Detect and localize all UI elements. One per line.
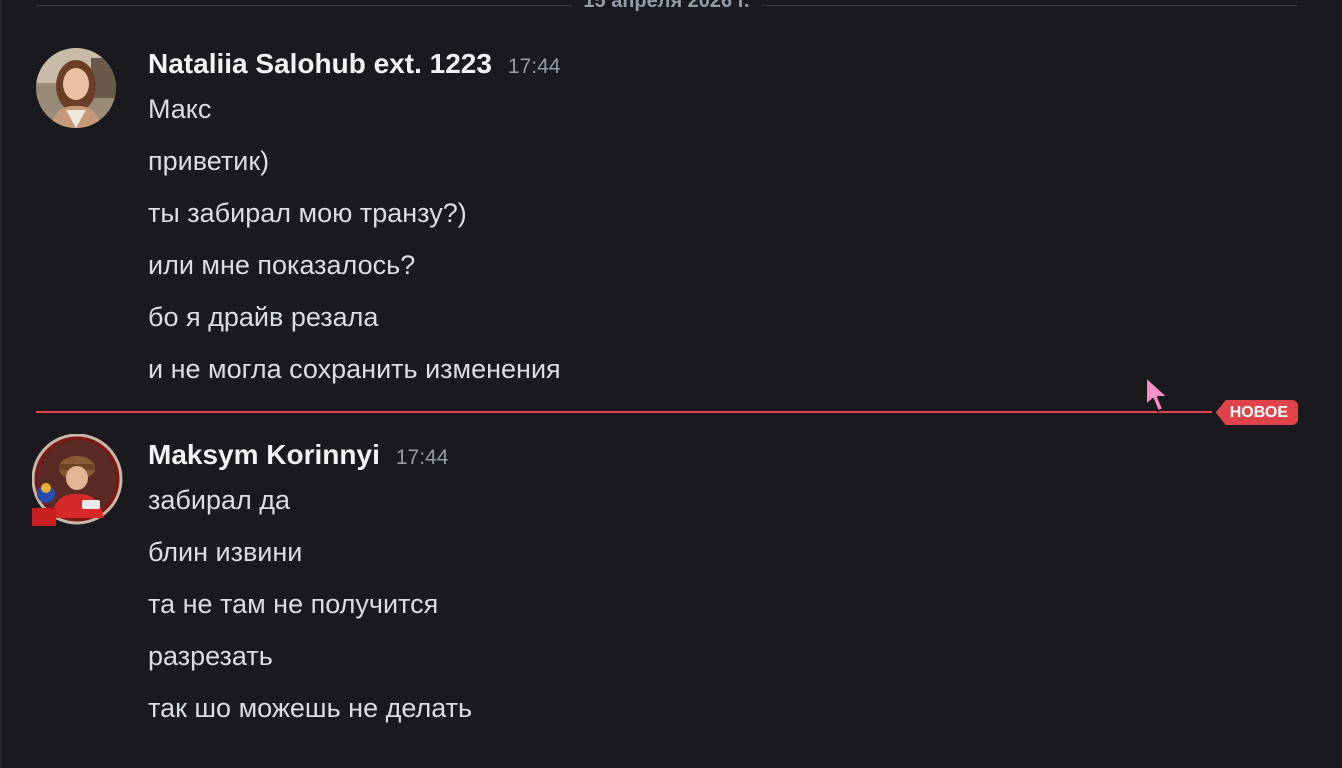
message-text: бо я драйв резала bbox=[148, 302, 379, 332]
message-text: так шо можешь не делать bbox=[148, 693, 473, 723]
message-text: и не могла сохранить изменения bbox=[148, 354, 561, 384]
new-messages-line bbox=[36, 411, 1212, 413]
message-text: разрезать bbox=[148, 641, 273, 671]
date-divider-label: 15 апреля 2026 г. bbox=[571, 0, 762, 13]
message-header: Nataliia Salohub ext. 1223 17:44 bbox=[148, 48, 560, 80]
message-text: Макс bbox=[148, 94, 212, 124]
mouse-cursor-icon bbox=[1145, 376, 1169, 412]
message-timestamp[interactable]: 17:44 bbox=[396, 446, 449, 470]
author-name[interactable]: Maksym Korinnyi bbox=[148, 439, 380, 471]
date-divider: 15 апреля 2026 г. bbox=[36, 0, 1297, 13]
message-text: забирал да bbox=[148, 485, 291, 515]
new-messages-badge: НОВОЕ bbox=[1215, 400, 1298, 425]
message-text: блин извини bbox=[148, 537, 303, 567]
message-text: или мне показалось? bbox=[148, 250, 416, 280]
message-text: приветик) bbox=[148, 146, 270, 176]
avatar[interactable] bbox=[36, 48, 116, 128]
author-name[interactable]: Nataliia Salohub ext. 1223 bbox=[148, 48, 492, 80]
avatar[interactable] bbox=[31, 433, 123, 526]
new-messages-divider: НОВОЕ bbox=[36, 400, 1298, 426]
message-header: Maksym Korinnyi 17:44 bbox=[148, 439, 448, 471]
chat-message-pane: 15 апреля 2026 г. Nataliia Salohub ext. … bbox=[0, 0, 1342, 768]
avatar-decorated-icon bbox=[31, 433, 123, 526]
message-timestamp[interactable]: 17:44 bbox=[508, 55, 561, 79]
avatar-photo-icon bbox=[36, 48, 116, 128]
message-text: ты забирал мою транзу?) bbox=[148, 198, 467, 228]
message-text: та не там не получится bbox=[148, 589, 439, 619]
